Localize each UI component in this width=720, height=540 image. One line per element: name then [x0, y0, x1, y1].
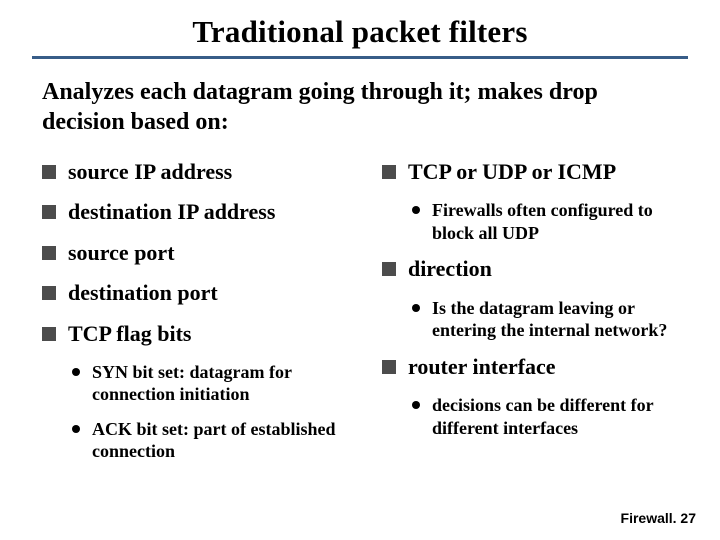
list-item: source IP address: [42, 159, 344, 185]
sub-item: decisions can be different for different…: [412, 394, 678, 439]
right-column: TCP or UDP or ICMP Firewalls often confi…: [382, 159, 678, 475]
item-label: source port: [68, 240, 175, 266]
dot-bullet-icon: [412, 304, 420, 312]
dot-bullet-icon: [412, 401, 420, 409]
slide-title: Traditional packet filters: [42, 14, 678, 56]
item-label: direction: [408, 256, 492, 282]
square-bullet-icon: [42, 286, 56, 300]
list-item: router interface: [382, 354, 678, 380]
list-item: source port: [42, 240, 344, 266]
sub-item-label: Firewalls often configured to block all …: [432, 199, 678, 244]
square-bullet-icon: [382, 165, 396, 179]
square-bullet-icon: [382, 360, 396, 374]
list-item: TCP flag bits: [42, 321, 344, 347]
item-label: TCP flag bits: [68, 321, 191, 347]
square-bullet-icon: [42, 327, 56, 341]
dot-bullet-icon: [72, 425, 80, 433]
content-columns: source IP address destination IP address…: [42, 159, 678, 475]
sub-item: ACK bit set: part of established connect…: [72, 418, 344, 463]
sub-item-label: Is the datagram leaving or entering the …: [432, 297, 678, 342]
list-item: direction: [382, 256, 678, 282]
dot-bullet-icon: [72, 368, 80, 376]
sub-item-label: ACK bit set: part of established connect…: [92, 418, 344, 463]
item-label: TCP or UDP or ICMP: [408, 159, 616, 185]
sub-item: Firewalls often configured to block all …: [412, 199, 678, 244]
sub-item: SYN bit set: datagram for connection ini…: [72, 361, 344, 406]
list-item: destination port: [42, 280, 344, 306]
sub-item-label: SYN bit set: datagram for connection ini…: [92, 361, 344, 406]
dot-bullet-icon: [412, 206, 420, 214]
square-bullet-icon: [42, 165, 56, 179]
item-label: destination IP address: [68, 199, 275, 225]
title-rule: [32, 56, 688, 59]
square-bullet-icon: [42, 246, 56, 260]
item-label: router interface: [408, 354, 556, 380]
list-item: TCP or UDP or ICMP: [382, 159, 678, 185]
list-item: destination IP address: [42, 199, 344, 225]
sub-item-label: decisions can be different for different…: [432, 394, 678, 439]
item-label: source IP address: [68, 159, 232, 185]
item-label: destination port: [68, 280, 218, 306]
left-column: source IP address destination IP address…: [42, 159, 344, 475]
square-bullet-icon: [382, 262, 396, 276]
slide-footer: Firewall. 27: [621, 510, 696, 526]
sub-item: Is the datagram leaving or entering the …: [412, 297, 678, 342]
square-bullet-icon: [42, 205, 56, 219]
intro-text: Analyzes each datagram going through it;…: [42, 77, 678, 137]
